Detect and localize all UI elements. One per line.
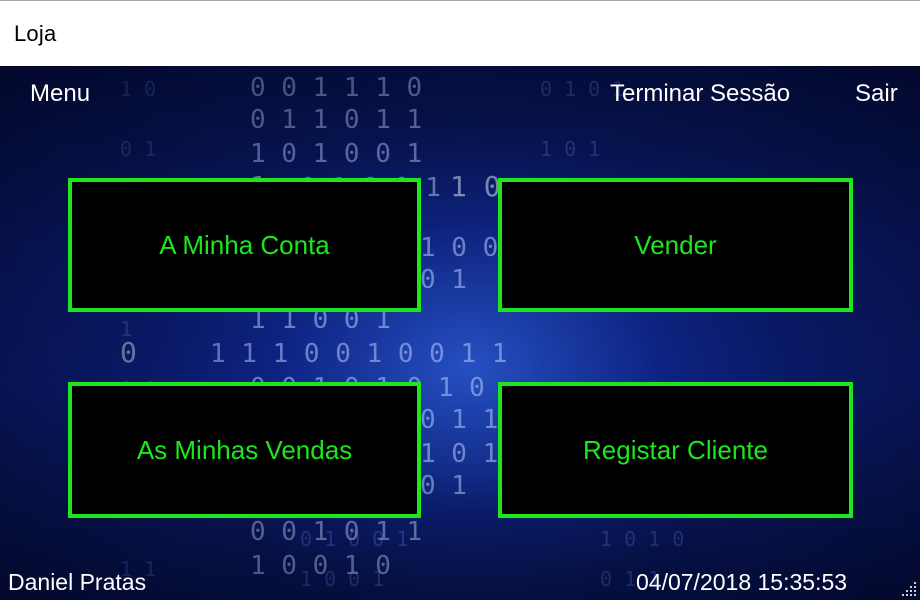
svg-text:0 1: 0 1 bbox=[420, 265, 467, 295]
user-name-label: Daniel Pratas bbox=[8, 569, 147, 595]
datetime-label: 04/07/2018 15:35:53 bbox=[636, 569, 848, 595]
end-session-button[interactable]: Terminar Sessão bbox=[610, 80, 790, 108]
title-bar: Loja bbox=[0, 0, 920, 66]
app-window: Loja 1 0 0 1 1 1 0 1 1 0 0 1 0 0 1 1 0 1… bbox=[0, 0, 920, 600]
svg-text:0 1 1: 0 1 1 bbox=[420, 405, 498, 435]
svg-text:1 0 1: 1 0 1 bbox=[420, 439, 498, 469]
exit-button[interactable]: Sair bbox=[855, 80, 898, 108]
svg-text:1 0 1 0 0 1: 1 0 1 0 0 1 bbox=[250, 139, 422, 169]
svg-text:0 0 1 0 1 1: 0 0 1 0 1 1 bbox=[250, 517, 422, 547]
register-client-button[interactable]: Registar Cliente bbox=[498, 382, 853, 518]
svg-text:1 0: 1 0 bbox=[120, 77, 156, 101]
svg-text:0: 0 bbox=[120, 336, 137, 369]
svg-text:1 0 0 1 0: 1 0 0 1 0 bbox=[250, 551, 391, 581]
my-sales-button[interactable]: As Minhas Vendas bbox=[68, 382, 421, 518]
my-account-label: A Minha Conta bbox=[159, 229, 330, 260]
svg-text:0 1: 0 1 bbox=[120, 137, 156, 161]
svg-text:1 1 1 0 0 1 0 0 1 1: 1 1 1 0 0 1 0 0 1 1 bbox=[210, 339, 507, 369]
svg-text:1 0 1: 1 0 1 bbox=[540, 137, 600, 161]
svg-text:0 1: 0 1 bbox=[420, 471, 467, 501]
menu-button[interactable]: Menu bbox=[30, 80, 90, 108]
sell-button[interactable]: Vender bbox=[498, 178, 853, 312]
my-sales-label: As Minhas Vendas bbox=[136, 434, 353, 465]
svg-text:1 0 1 0: 1 0 1 0 bbox=[600, 527, 684, 551]
main-panel: 1 0 0 1 1 1 0 1 1 0 0 1 0 0 1 1 0 1 0 1 … bbox=[0, 66, 920, 600]
my-account-button[interactable]: A Minha Conta bbox=[68, 178, 421, 312]
sell-label: Vender bbox=[634, 229, 717, 260]
svg-text:0 0 1 1 1 0: 0 0 1 1 1 0 bbox=[250, 73, 422, 103]
binary-background-image: 1 0 0 1 1 1 0 1 1 0 0 1 0 0 1 1 0 1 0 1 … bbox=[120, 73, 684, 591]
svg-text:0 1 1 0 1 1: 0 1 1 0 1 1 bbox=[250, 105, 422, 135]
svg-text:1 0 0: 1 0 0 bbox=[420, 233, 498, 263]
window-title: Loja bbox=[14, 21, 57, 46]
resize-grip-icon[interactable] bbox=[900, 580, 918, 598]
register-client-label: Registar Cliente bbox=[583, 434, 768, 465]
svg-text:1 0: 1 0 bbox=[450, 170, 501, 203]
